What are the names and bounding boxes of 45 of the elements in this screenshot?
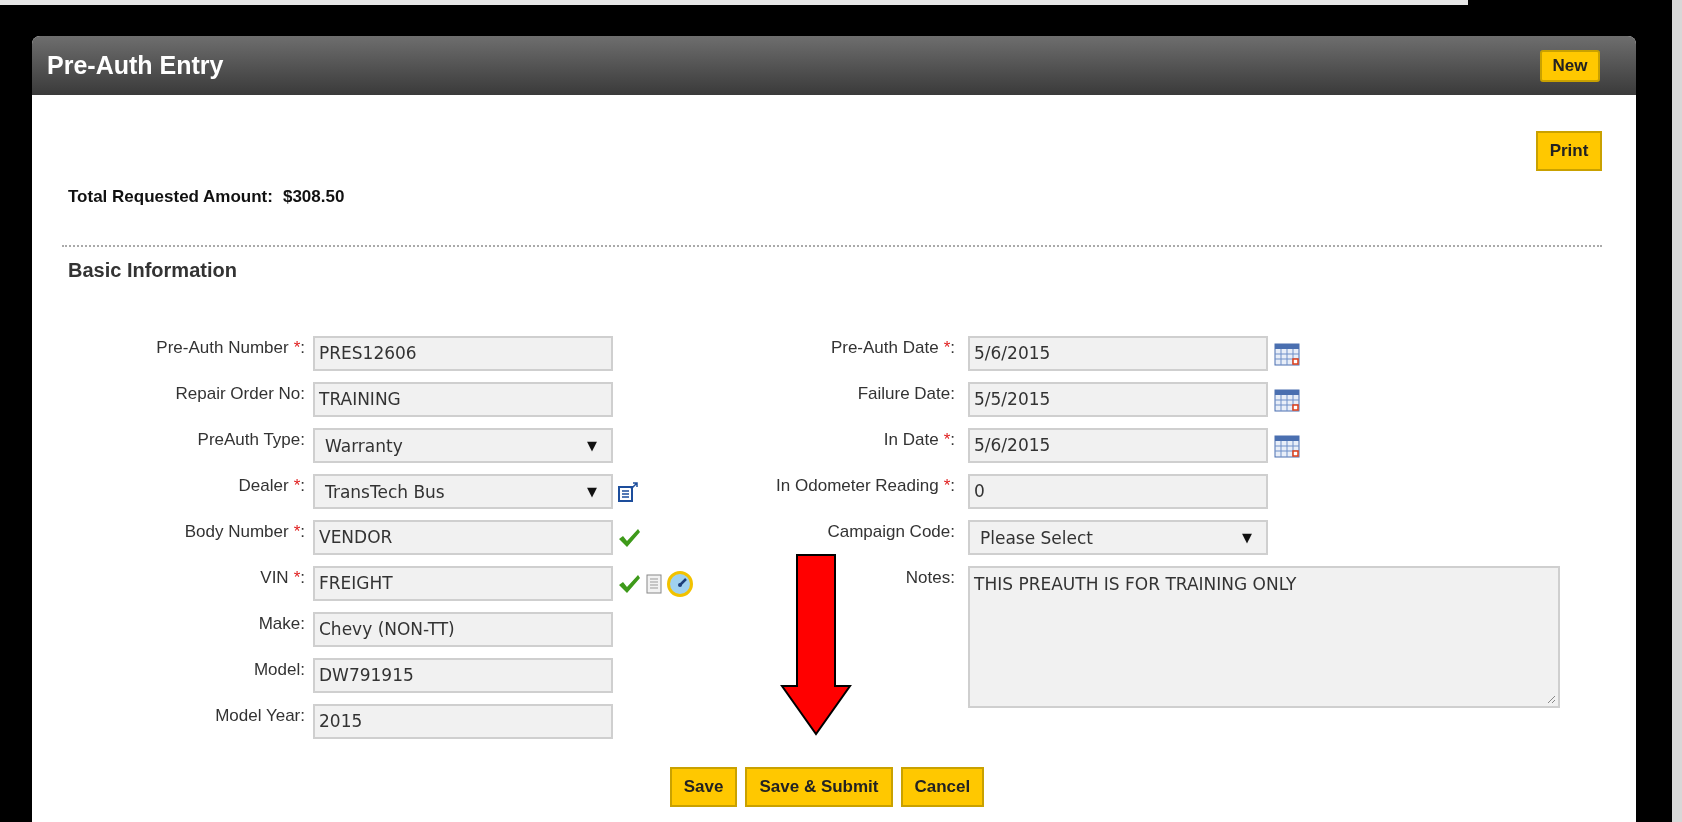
- action-button[interactable]: Cancel: [900, 767, 985, 807]
- field-label: Make:: [257, 613, 305, 634]
- edit-icon[interactable]: [617, 480, 639, 503]
- calendar-icon[interactable]: [1274, 341, 1300, 366]
- field-label: Pre-Auth Date *:: [829, 337, 955, 358]
- input-field[interactable]: 5/6/2015: [968, 428, 1268, 463]
- field-label: In Odometer Reading *:: [775, 475, 955, 496]
- field-label: Model Year:: [214, 705, 305, 726]
- action-button[interactable]: Save: [669, 767, 738, 807]
- input-field[interactable]: 2015: [313, 704, 613, 739]
- field-label: Body Number *:: [183, 521, 305, 542]
- total-amount: $308.50: [282, 187, 345, 207]
- calendar-icon[interactable]: [1274, 387, 1300, 412]
- input-field[interactable]: Chevy (NON-TT): [313, 612, 613, 647]
- print-button[interactable]: Print: [1536, 131, 1602, 171]
- field-label: Campaign Code:: [826, 521, 955, 542]
- field-label: VIN *:: [259, 567, 305, 588]
- panel-title: Pre-Auth Entry: [47, 51, 224, 80]
- input-field[interactable]: PRES12606: [313, 336, 613, 371]
- field-label: PreAuth Type:: [196, 429, 305, 450]
- total-label: Total Requested Amount:: [68, 187, 273, 207]
- calendar-icon[interactable]: [1274, 433, 1300, 458]
- dropdown[interactable]: Please Select ▼: [968, 520, 1268, 555]
- field-label: In Date *:: [882, 429, 955, 450]
- input-field[interactable]: TRAINING: [313, 382, 613, 417]
- field-label: Model:: [252, 659, 305, 680]
- notes-field[interactable]: THIS PREAUTH IS FOR TRAINING ONLY: [968, 566, 1560, 708]
- action-button[interactable]: Save & Submit: [745, 767, 893, 807]
- input-field[interactable]: VENDOR: [313, 520, 613, 555]
- new-button[interactable]: New: [1540, 49, 1600, 82]
- field-label: Pre-Auth Number *:: [155, 337, 305, 358]
- dropdown[interactable]: Warranty ▼: [313, 428, 613, 463]
- field-label: Dealer *:: [237, 475, 305, 496]
- input-field[interactable]: 5/5/2015: [968, 382, 1268, 417]
- gauge-icon[interactable]: [667, 570, 693, 597]
- dropdown[interactable]: TransTech Bus ▼: [313, 474, 613, 509]
- input-field[interactable]: FREIGHT: [313, 566, 613, 601]
- input-field[interactable]: DW791915: [313, 658, 613, 693]
- field-label: Repair Order No:: [174, 383, 305, 404]
- input-field[interactable]: 5/6/2015: [968, 336, 1268, 371]
- field-label: Failure Date:: [856, 383, 955, 404]
- resize-grip-icon[interactable]: [1546, 694, 1556, 704]
- input-field[interactable]: 0: [968, 474, 1268, 509]
- section-title: Basic Information: [68, 259, 238, 282]
- field-label: Notes:: [904, 567, 955, 588]
